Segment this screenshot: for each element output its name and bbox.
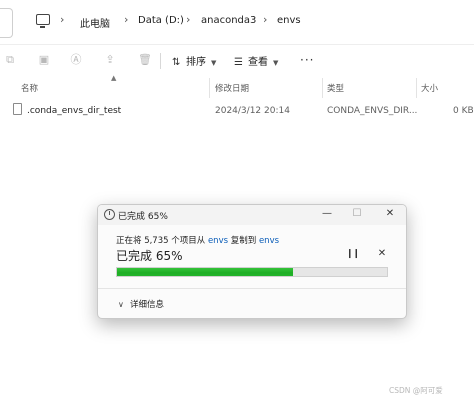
address-bar: › 此电脑 › Data (D:) › anaconda3 › envs [0, 0, 474, 44]
sort-label: 排序 [186, 57, 206, 68]
column-divider[interactable] [209, 78, 210, 98]
column-header-modified[interactable]: 修改日期 [215, 82, 249, 94]
destination-folder-link[interactable]: envs [259, 236, 279, 246]
file-type: CONDA_ENVS_DIR... [327, 106, 418, 116]
close-button[interactable]: ✕ [383, 207, 397, 221]
breadcrumb-separator-icon[interactable]: › [124, 13, 128, 26]
column-header-size[interactable]: 大小 [421, 82, 438, 94]
computer-icon[interactable] [36, 14, 50, 28]
copy-description: 正在将 5,735 个项目从 envs 复制到 envs [116, 234, 279, 246]
dialog-titlebar[interactable]: 已完成 65% — ☐ ✕ [98, 205, 406, 225]
maximize-button: ☐ [352, 208, 362, 219]
watermark-text: CSDN @阿可爱 [389, 386, 443, 395]
rename-icon[interactable]: Ⓐ [70, 54, 82, 66]
paste-icon[interactable]: ▣ [38, 54, 50, 66]
view-list-icon: ☰ [234, 57, 243, 68]
breadcrumb-anaconda3[interactable]: anaconda3 [201, 15, 256, 26]
column-divider[interactable] [416, 78, 417, 98]
view-label: 查看 [248, 57, 268, 68]
command-bar: ⧉ ▣ Ⓐ ⇪ 🗑 ⇅ 排序 ▼ ☰ 查看 ▼ ··· [0, 44, 474, 77]
cancel-copy-button[interactable]: ✕ [376, 248, 388, 260]
dialog-title: 已完成 65% [118, 212, 168, 222]
file-size: 0 KB [453, 106, 474, 116]
details-label: 详细信息 [130, 300, 165, 310]
chevron-down-icon: ▼ [211, 59, 217, 67]
chevron-down-icon: ▼ [273, 59, 279, 67]
breadcrumb-this-pc[interactable]: 此电脑 [80, 15, 110, 30]
breadcrumb-separator-icon[interactable]: › [186, 13, 190, 26]
minimize-button[interactable]: — [320, 207, 334, 221]
breadcrumb-envs[interactable]: envs [277, 15, 301, 26]
file-icon[interactable] [13, 103, 22, 115]
copy-icon[interactable]: ⧉ [4, 54, 16, 66]
toolbar-divider [160, 53, 161, 69]
copy-progress-bar [116, 267, 388, 277]
sort-button[interactable]: ⇅ 排序 ▼ [172, 53, 216, 68]
more-options-button[interactable]: ··· [300, 53, 314, 67]
sort-icon: ⇅ [172, 57, 181, 68]
column-header-name[interactable]: 名称 [21, 82, 38, 94]
breadcrumb-separator-icon[interactable]: › [60, 13, 64, 26]
chevron-down-icon: ∨ [118, 300, 124, 309]
progress-bar-fill [117, 268, 293, 276]
address-bar-edge [0, 8, 13, 38]
copy-prefix: 正在将 5,735 个项目从 [116, 236, 206, 246]
dialog-divider [98, 288, 406, 289]
more-details-toggle[interactable]: ∨ 详细信息 [118, 298, 164, 310]
column-header-type[interactable]: 类型 [327, 82, 344, 94]
breadcrumb-drive-d[interactable]: Data (D:) [138, 15, 184, 26]
column-divider[interactable] [322, 78, 323, 98]
progress-clock-icon [104, 209, 115, 220]
view-button[interactable]: ☰ 查看 ▼ [234, 53, 278, 68]
completion-status: 已完成 65% [116, 249, 183, 263]
source-folder-link[interactable]: envs [208, 236, 228, 246]
copy-progress-dialog: 已完成 65% — ☐ ✕ 正在将 5,735 个项目从 envs 复制到 en… [97, 204, 407, 319]
delete-icon[interactable]: 🗑 [138, 54, 152, 66]
breadcrumb-separator-icon[interactable]: › [263, 13, 267, 26]
file-name[interactable]: .conda_envs_dir_test [27, 106, 121, 116]
sort-up-icon: ▲ [111, 74, 117, 82]
share-icon[interactable]: ⇪ [104, 54, 116, 66]
file-modified: 2024/3/12 20:14 [215, 106, 290, 116]
pause-button[interactable]: ❙❙ [346, 248, 360, 260]
copy-middle: 复制到 [230, 236, 257, 246]
